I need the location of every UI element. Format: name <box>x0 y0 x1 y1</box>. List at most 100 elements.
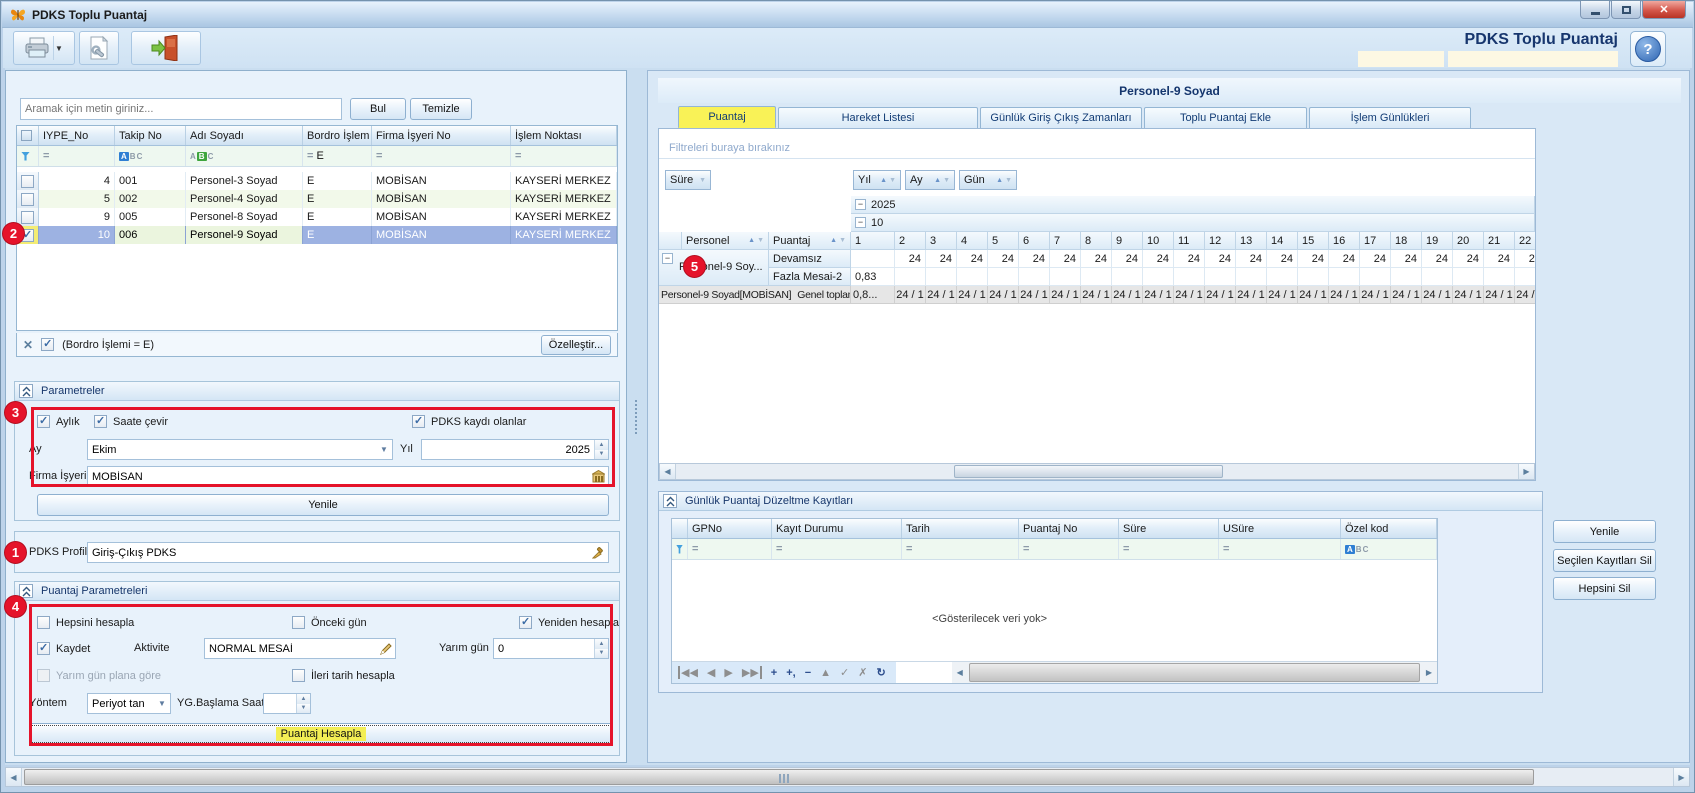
collapse-icon[interactable] <box>19 384 33 398</box>
scroll-left-icon[interactable]: ◀ <box>6 768 22 786</box>
yg-baslama-saati-value[interactable] <box>264 698 296 710</box>
row-header-cell[interactable] <box>17 190 39 208</box>
pivot-day-header[interactable]: 20 <box>1453 232 1484 250</box>
spin-up-icon[interactable]: ▲ <box>595 440 608 450</box>
clear-filter-icon[interactable]: ✕ <box>23 338 33 352</box>
corrections-filter-cell[interactable]: = <box>902 539 1019 559</box>
customize-button[interactable]: Özelleştir... <box>541 335 611 355</box>
scrollbar-thumb[interactable] <box>24 769 1534 785</box>
pivot-day-header[interactable]: 16 <box>1329 232 1360 250</box>
pivot-col-field-ay[interactable]: Ay▲▼ <box>905 170 955 190</box>
scrollbar-thumb[interactable] <box>969 663 1420 682</box>
corrections-filter-cell[interactable]: = <box>1119 539 1219 559</box>
corrections-filter-cell[interactable]: = <box>688 539 772 559</box>
saate-cevir-checkbox[interactable]: Saate çevir <box>94 415 168 428</box>
pivot-day-header[interactable]: 11 <box>1174 232 1205 250</box>
search-input[interactable] <box>21 103 341 115</box>
grid-column-header[interactable]: IYPE_No <box>39 126 115 145</box>
nav-append-icon[interactable]: + <box>771 667 777 679</box>
pivot-day-header[interactable]: 18 <box>1391 232 1422 250</box>
nav-refresh-icon[interactable]: ↻ <box>876 666 885 679</box>
find-button[interactable]: Bul <box>350 98 406 120</box>
scroll-right-icon[interactable]: ▶ <box>1518 464 1534 479</box>
nav-last-icon[interactable]: ▶▶ <box>742 666 762 679</box>
grid-filter-cell[interactable]: =E <box>303 146 372 166</box>
grid-column-header[interactable]: Firma İşyeri No <box>372 126 511 145</box>
pivot-day-header[interactable]: 13 <box>1236 232 1267 250</box>
yil-value[interactable] <box>422 444 594 456</box>
filter-equals-icon[interactable]: = <box>906 543 912 555</box>
grid-row[interactable]: 9005Personel-8 SoyadEMOBİSANKAYSERİ MERK… <box>17 208 617 226</box>
spin-down-icon[interactable]: ▼ <box>595 450 608 460</box>
row-checkbox[interactable] <box>21 229 34 242</box>
pivot-day-header[interactable]: 6 <box>1019 232 1050 250</box>
yontem-dropdown-icon[interactable]: ▼ <box>154 694 170 713</box>
row-header-cell[interactable] <box>17 226 39 244</box>
aktivite-field[interactable] <box>204 638 396 659</box>
grid-column-header[interactable]: Takip No <box>115 126 186 145</box>
filter-equals-icon[interactable]: = <box>1023 543 1029 555</box>
hepsini-hesapla-checkbox[interactable]: Hepsini hesapla <box>37 616 134 629</box>
grid-filter-cell[interactable]: = <box>372 146 511 166</box>
nav-prev-icon[interactable]: ◀ <box>707 666 715 679</box>
grid-row[interactable]: 4001Personel-3 SoyadEMOBİSANKAYSERİ MERK… <box>17 172 617 190</box>
ay-combobox[interactable]: ▼ <box>87 439 393 460</box>
collapse-icon[interactable] <box>663 494 677 508</box>
pivot-day-header[interactable]: 12 <box>1205 232 1236 250</box>
yg-baslama-saati-spinner[interactable]: ▲▼ <box>263 693 311 714</box>
pivot-day-header[interactable]: 9 <box>1112 232 1143 250</box>
filter-equals-icon[interactable]: = <box>692 543 698 555</box>
nav-first-icon[interactable]: ◀◀ <box>678 666 698 679</box>
row-checkbox[interactable] <box>21 211 34 224</box>
scroll-right-icon[interactable]: ▶ <box>1421 662 1437 683</box>
print-button[interactable]: ▼ <box>13 31 75 65</box>
exit-button[interactable] <box>131 31 201 65</box>
corrections-filter-cell[interactable]: = <box>1219 539 1341 559</box>
window-h-scrollbar[interactable]: ◀ ▶ <box>5 767 1690 787</box>
tab-item-1[interactable]: Hareket Listesi <box>778 107 978 129</box>
nav-post-icon[interactable]: ✓ <box>840 666 849 679</box>
grid-row[interactable]: 10006Personel-9 SoyadEMOBİSANKAYSERİ MER… <box>17 226 617 244</box>
nav-append-child-icon[interactable]: +, <box>786 667 795 679</box>
pivot-day-header[interactable]: 4 <box>957 232 988 250</box>
filter-equals-icon[interactable]: = <box>43 150 49 162</box>
close-button[interactable]: ✕ <box>1642 1 1686 19</box>
scroll-left-icon[interactable]: ◀ <box>952 662 968 683</box>
corrections-filter-cell[interactable]: = <box>1019 539 1119 559</box>
ay-dropdown-icon[interactable]: ▼ <box>376 440 392 459</box>
yontem-combobox[interactable]: ▼ <box>87 693 171 714</box>
corrections-yenile-button[interactable]: Yenile <box>1553 520 1656 543</box>
corrections-column-header[interactable]: Kayıt Durumu <box>772 519 902 538</box>
row-header-cell[interactable] <box>17 172 39 190</box>
pivot-day-header[interactable]: 8 <box>1081 232 1112 250</box>
filter-equals-icon[interactable]: = <box>515 150 521 162</box>
aylik-checkbox[interactable]: Aylık <box>37 415 80 428</box>
pivot-h-scrollbar[interactable]: ◀ ▶ <box>659 463 1535 480</box>
building-lookup-icon[interactable] <box>592 470 605 483</box>
clear-button[interactable]: Temizle <box>410 98 472 120</box>
aylik-checkbox-box[interactable] <box>37 415 50 428</box>
pivot-filter-drop-area[interactable]: Filtreleri buraya bırakınız <box>659 129 1535 159</box>
corrections-column-header[interactable]: Özel kod <box>1341 519 1437 538</box>
brush-lookup-icon[interactable] <box>592 546 605 559</box>
collapse-icon[interactable] <box>19 584 33 598</box>
firma-isyeri-field[interactable] <box>87 466 609 487</box>
yontem-value[interactable] <box>88 698 154 710</box>
pivot-day-header[interactable]: 10 <box>1143 232 1174 250</box>
grid-filter-cell[interactable]: ABC <box>115 146 186 166</box>
grid-column-header[interactable]: İşlem Noktası <box>511 126 617 145</box>
nav-next-icon[interactable]: ▶ <box>724 666 732 679</box>
corrections-column-header[interactable]: GPNo <box>688 519 772 538</box>
yarim-gun-value[interactable] <box>494 643 594 655</box>
pivot-day-header[interactable]: 2 <box>895 232 926 250</box>
corrections-column-header[interactable]: Süre <box>1119 519 1219 538</box>
filter-equals-icon[interactable]: = <box>1223 543 1229 555</box>
edit-pencil-icon[interactable] <box>380 643 392 655</box>
corrections-filter-cell[interactable]: ABC <box>1341 539 1437 559</box>
corrections-column-header[interactable]: Puantaj No <box>1019 519 1119 538</box>
filter-equals-icon[interactable]: = <box>376 150 382 162</box>
pdks-profili-value[interactable] <box>88 547 589 559</box>
pdks-kaydi-checkbox[interactable]: PDKS kaydı olanlar <box>412 415 526 428</box>
help-button[interactable]: ? <box>1630 31 1666 67</box>
pivot-row-field-personel[interactable]: Personel▲▼ <box>682 232 769 250</box>
